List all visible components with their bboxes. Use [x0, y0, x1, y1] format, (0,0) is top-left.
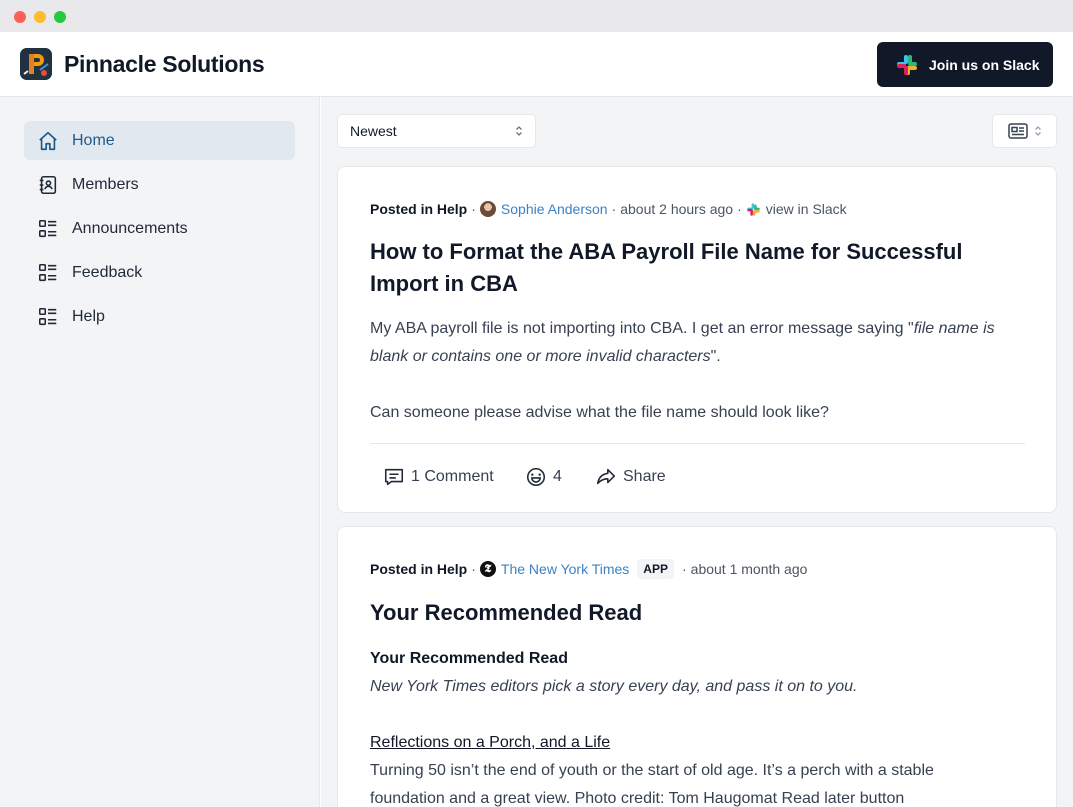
reaction-button[interactable]: 4 — [525, 464, 562, 490]
post-card[interactable]: Posted in Help · 𝕿 The New York Times AP… — [337, 526, 1057, 807]
nyt-logo-icon: 𝕿 — [479, 561, 496, 577]
list-icon — [38, 219, 57, 237]
chevron-up-down-icon — [1034, 126, 1041, 136]
minimize-window-button[interactable] — [34, 11, 46, 23]
slack-icon — [897, 54, 917, 75]
brand-name[interactable]: Pinnacle Solutions — [64, 51, 265, 78]
sidebar-item-label: Feedback — [72, 263, 143, 281]
article-link-wrap: Reflections on a Porch, and a Life — [370, 729, 1020, 757]
share-label: Share — [623, 468, 666, 485]
post-title[interactable]: How to Format the ABA Payroll File Name … — [370, 236, 1010, 300]
sidebar-item-label: Home — [72, 131, 115, 149]
comment-count: 1 Comment — [411, 468, 494, 485]
divider — [370, 443, 1025, 444]
post-tagline: New York Times editors pick a story ever… — [370, 678, 858, 695]
sidebar-item-help[interactable]: Help — [24, 297, 295, 336]
sidebar: Home Members Announcements Feedback Help — [0, 97, 320, 807]
post-card[interactable]: Posted in Help · Sophie Anderson · about… — [337, 166, 1057, 513]
home-icon — [39, 131, 57, 150]
sidebar-item-label: Members — [72, 175, 139, 193]
list-icon — [38, 263, 57, 281]
post-time: about 2 hours ago — [620, 201, 734, 217]
post-meta: Posted in Help · Sophie Anderson · about… — [370, 201, 847, 217]
main-feed: Newest Posted in Help · Sophie Anderson … — [321, 97, 1073, 807]
close-window-button[interactable] — [14, 11, 26, 23]
list-icon — [38, 307, 57, 325]
post-body: My ABA payroll file is not importing int… — [370, 315, 1020, 371]
post-title[interactable]: Your Recommended Read — [370, 597, 1010, 629]
slack-icon — [747, 202, 760, 216]
reaction-count: 4 — [553, 468, 562, 485]
post-time: about 1 month ago — [690, 561, 808, 577]
post-body-line: Turning 50 isn’t the end of youth or the… — [370, 762, 934, 779]
post-body-text: ". — [710, 348, 721, 365]
window-titlebar — [0, 0, 1073, 32]
posted-in-label[interactable]: Posted in Help — [370, 201, 467, 217]
sidebar-item-label: Announcements — [72, 219, 188, 237]
posted-in-label[interactable]: Posted in Help — [370, 561, 467, 577]
view-mode-button[interactable] — [992, 114, 1057, 148]
avatar — [479, 201, 496, 217]
post-subtitle: Your Recommended Read — [370, 650, 568, 667]
post-body-question: Can someone please advise what the file … — [370, 404, 829, 421]
sidebar-item-members[interactable]: Members — [24, 165, 295, 204]
comment-icon — [384, 468, 404, 486]
sidebar-item-home[interactable]: Home — [24, 121, 295, 160]
maximize-window-button[interactable] — [54, 11, 66, 23]
view-in-slack-link[interactable]: view in Slack — [766, 201, 847, 217]
chevron-up-down-icon — [516, 126, 522, 136]
post-body-text: My ABA payroll file is not importing int… — [370, 320, 914, 337]
sidebar-item-label: Help — [72, 307, 105, 325]
share-icon — [596, 468, 616, 485]
comment-button[interactable]: 1 Comment — [383, 464, 494, 490]
join-slack-label: Join us on Slack — [929, 56, 1040, 73]
sort-select[interactable]: Newest — [337, 114, 536, 148]
smiley-icon — [526, 467, 546, 487]
share-button[interactable]: Share — [595, 464, 666, 490]
article-link[interactable]: Reflections on a Porch, and a Life — [370, 734, 610, 751]
card-view-icon — [1007, 123, 1028, 139]
contacts-book-icon — [39, 175, 57, 194]
brand-logo-icon[interactable] — [20, 48, 52, 80]
author-link[interactable]: Sophie Anderson — [501, 201, 608, 217]
author-link[interactable]: The New York Times — [501, 561, 629, 577]
sidebar-item-announcements[interactable]: Announcements — [24, 209, 295, 248]
post-body-line: foundation and a great view. Photo credi… — [370, 790, 905, 807]
sort-select-value: Newest — [350, 123, 397, 139]
join-slack-button[interactable]: Join us on Slack — [877, 42, 1053, 87]
sidebar-item-feedback[interactable]: Feedback — [24, 253, 295, 292]
app-badge: APP — [637, 559, 674, 579]
app-header: Pinnacle Solutions Join us on Slack — [0, 32, 1073, 97]
post-meta: Posted in Help · 𝕿 The New York Times AP… — [370, 559, 808, 579]
